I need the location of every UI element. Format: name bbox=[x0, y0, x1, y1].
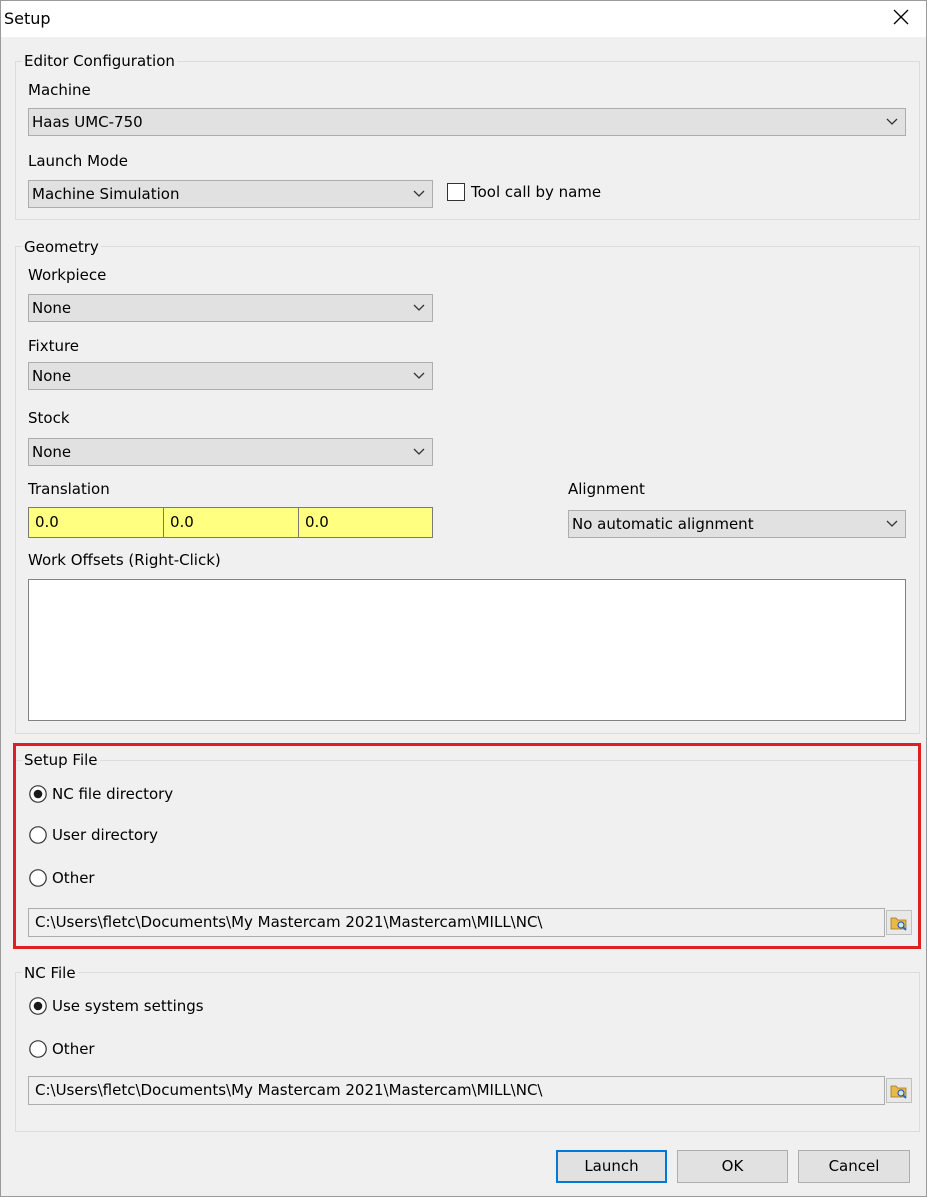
machine-value: Haas UMC-750 bbox=[32, 113, 143, 131]
nc-other-label: Other bbox=[52, 1040, 95, 1058]
nc-file-path-field[interactable]: C:\Users\fletc\Documents\My Mastercam 20… bbox=[28, 1076, 885, 1105]
work-offsets-list[interactable] bbox=[28, 579, 906, 721]
translation-x-value: 0.0 bbox=[35, 513, 59, 531]
ok-button[interactable]: OK bbox=[677, 1150, 788, 1183]
chevron-down-icon bbox=[413, 190, 425, 197]
launch-mode-dropdown[interactable]: Machine Simulation bbox=[28, 180, 433, 208]
user-directory-radio[interactable] bbox=[29, 826, 47, 844]
fixture-dropdown[interactable]: None bbox=[28, 362, 433, 390]
launch-mode-value: Machine Simulation bbox=[32, 185, 180, 203]
nc-file-group bbox=[15, 972, 920, 1132]
chevron-down-icon bbox=[413, 372, 425, 379]
setup-other-radio[interactable] bbox=[29, 869, 47, 887]
folder-browse-icon bbox=[890, 1085, 907, 1099]
work-offsets-label: Work Offsets (Right-Click) bbox=[28, 551, 221, 569]
window-title: Setup bbox=[4, 9, 51, 28]
workpiece-dropdown[interactable]: None bbox=[28, 294, 433, 322]
nc-other-radio[interactable] bbox=[29, 1040, 47, 1058]
cancel-button[interactable]: Cancel bbox=[798, 1150, 910, 1183]
editor-configuration-legend: Editor Configuration bbox=[22, 52, 177, 70]
setup-file-path-field[interactable]: C:\Users\fletc\Documents\My Mastercam 20… bbox=[28, 908, 885, 937]
setup-file-path: C:\Users\fletc\Documents\My Mastercam 20… bbox=[35, 913, 543, 931]
tool-call-by-name-checkbox[interactable] bbox=[447, 183, 465, 201]
stock-label: Stock bbox=[28, 409, 70, 427]
nc-file-directory-label: NC file directory bbox=[52, 785, 174, 803]
translation-y-value: 0.0 bbox=[170, 513, 194, 531]
chevron-down-icon bbox=[413, 448, 425, 455]
setup-browse-button[interactable] bbox=[886, 910, 912, 935]
use-system-settings-label: Use system settings bbox=[52, 997, 204, 1015]
fixture-label: Fixture bbox=[28, 337, 80, 355]
machine-dropdown[interactable]: Haas UMC-750 bbox=[28, 108, 906, 136]
translation-label: Translation bbox=[28, 480, 110, 498]
folder-browse-icon bbox=[890, 917, 907, 931]
launch-button[interactable]: Launch bbox=[556, 1150, 667, 1183]
launch-mode-label: Launch Mode bbox=[28, 152, 128, 170]
nc-browse-button[interactable] bbox=[886, 1078, 912, 1103]
translation-z-field[interactable]: 0.0 bbox=[298, 507, 433, 538]
chevron-down-icon bbox=[886, 520, 898, 527]
workpiece-value: None bbox=[32, 299, 72, 317]
stock-dropdown[interactable]: None bbox=[28, 438, 433, 466]
translation-x-field[interactable]: 0.0 bbox=[28, 507, 164, 538]
user-directory-label: User directory bbox=[52, 826, 159, 844]
chevron-down-icon bbox=[413, 304, 425, 311]
nc-file-legend: NC File bbox=[22, 964, 78, 982]
fixture-value: None bbox=[32, 367, 72, 385]
chevron-down-icon bbox=[886, 118, 898, 125]
alignment-label: Alignment bbox=[568, 480, 645, 498]
nc-file-path: C:\Users\fletc\Documents\My Mastercam 20… bbox=[35, 1081, 543, 1099]
tool-call-by-name-label: Tool call by name bbox=[471, 183, 602, 201]
workpiece-label: Workpiece bbox=[28, 266, 107, 284]
alignment-dropdown[interactable]: No automatic alignment bbox=[568, 510, 906, 538]
translation-y-field[interactable]: 0.0 bbox=[163, 507, 299, 538]
close-icon[interactable] bbox=[889, 5, 913, 29]
setup-file-legend: Setup File bbox=[22, 751, 100, 769]
title-bar bbox=[0, 0, 927, 37]
use-system-settings-radio[interactable] bbox=[29, 997, 47, 1015]
alignment-value: No automatic alignment bbox=[572, 515, 754, 533]
setup-other-label: Other bbox=[52, 869, 95, 887]
machine-label: Machine bbox=[28, 81, 91, 99]
nc-file-directory-radio[interactable] bbox=[29, 785, 47, 803]
translation-z-value: 0.0 bbox=[305, 513, 329, 531]
geometry-legend: Geometry bbox=[22, 238, 101, 256]
stock-value: None bbox=[32, 443, 72, 461]
